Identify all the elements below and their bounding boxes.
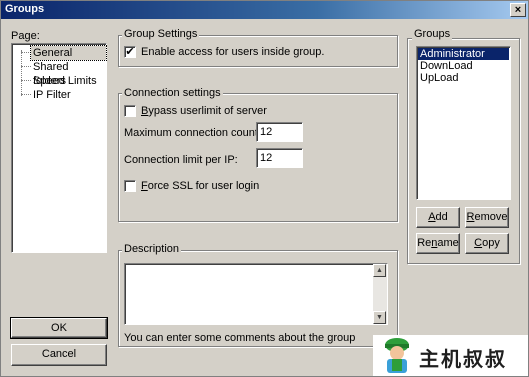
rename-label: Rename xyxy=(417,237,459,249)
page-tree-item[interactable]: Speed Limits xyxy=(31,74,106,88)
limit-per-ip-input[interactable] xyxy=(256,148,303,168)
copy-label-rest: opy xyxy=(482,237,500,249)
description-hint: You can enter some comments about the gr… xyxy=(124,332,356,344)
window-title: Groups xyxy=(5,3,45,15)
enable-access-label: Enable access for users inside group. xyxy=(141,46,325,58)
groups-listbox[interactable]: Administrator DownLoad UpLoad xyxy=(416,46,511,200)
force-ssl-checkbox[interactable] xyxy=(124,180,136,192)
close-icon: × xyxy=(514,4,522,16)
watermark-logo: 主机叔叔 xyxy=(373,335,528,376)
limit-per-ip-label: Connection limit per IP: xyxy=(124,154,238,166)
page-label: Page: xyxy=(11,30,40,42)
add-group-button[interactable]: Add xyxy=(416,207,460,228)
groups-title: Groups xyxy=(412,28,453,40)
max-connection-input[interactable] xyxy=(256,122,303,142)
ok-button[interactable]: OK xyxy=(10,317,108,339)
scroll-down-icon[interactable]: ▼ xyxy=(373,311,386,324)
remove-label-rest: emove xyxy=(474,211,508,223)
description-textarea[interactable]: ▲ ▼ xyxy=(124,263,388,325)
bypass-userlimit-checkbox[interactable] xyxy=(124,105,136,117)
close-button[interactable]: × xyxy=(510,3,526,17)
page-tree[interactable]: General Shared folders Speed Limits IP Filt… xyxy=(11,43,107,253)
page-tree-item[interactable]: Shared folders xyxy=(31,60,106,87)
copy-group-button[interactable]: Copy xyxy=(465,233,509,254)
page-tree-item[interactable]: IP Filter xyxy=(31,88,106,102)
connection-settings-title: Connection settings xyxy=(122,87,223,99)
group-list-item[interactable]: Administrator xyxy=(418,48,509,60)
description-title: Description xyxy=(122,243,182,255)
title-bar[interactable]: Groups × xyxy=(1,1,528,19)
description-scrollbar[interactable]: ▲ ▼ xyxy=(373,264,387,324)
rename-group-button[interactable]: Rename xyxy=(416,233,460,254)
force-ssl-label-rest: orce SSL for user login xyxy=(147,180,260,192)
bypass-label-rest: ypass userlimit of server xyxy=(148,105,267,117)
mascot-icon xyxy=(385,338,409,373)
bypass-userlimit-label: Bypass userlimit of server xyxy=(141,105,267,117)
checkmark-icon: ✔ xyxy=(125,46,135,58)
cancel-button[interactable]: Cancel xyxy=(11,344,107,366)
groups-dialog: Groups × Page: General Shared folders Spee… xyxy=(0,0,529,377)
group-list-item[interactable]: DownLoad xyxy=(418,60,509,72)
page-tree-item[interactable]: General xyxy=(30,45,107,61)
remove-group-button[interactable]: Remove xyxy=(465,207,509,228)
max-connection-label: Maximum connection count: xyxy=(124,127,261,139)
group-settings-title: Group Settings xyxy=(122,28,200,40)
add-label-rest: dd xyxy=(435,211,448,223)
watermark-text: 主机叔叔 xyxy=(419,347,507,371)
force-ssl-label: Force SSL for user login xyxy=(141,180,260,192)
group-list-item[interactable]: UpLoad xyxy=(418,72,509,84)
enable-access-checkbox[interactable]: ✔ xyxy=(124,46,136,58)
scroll-up-icon[interactable]: ▲ xyxy=(373,264,386,277)
